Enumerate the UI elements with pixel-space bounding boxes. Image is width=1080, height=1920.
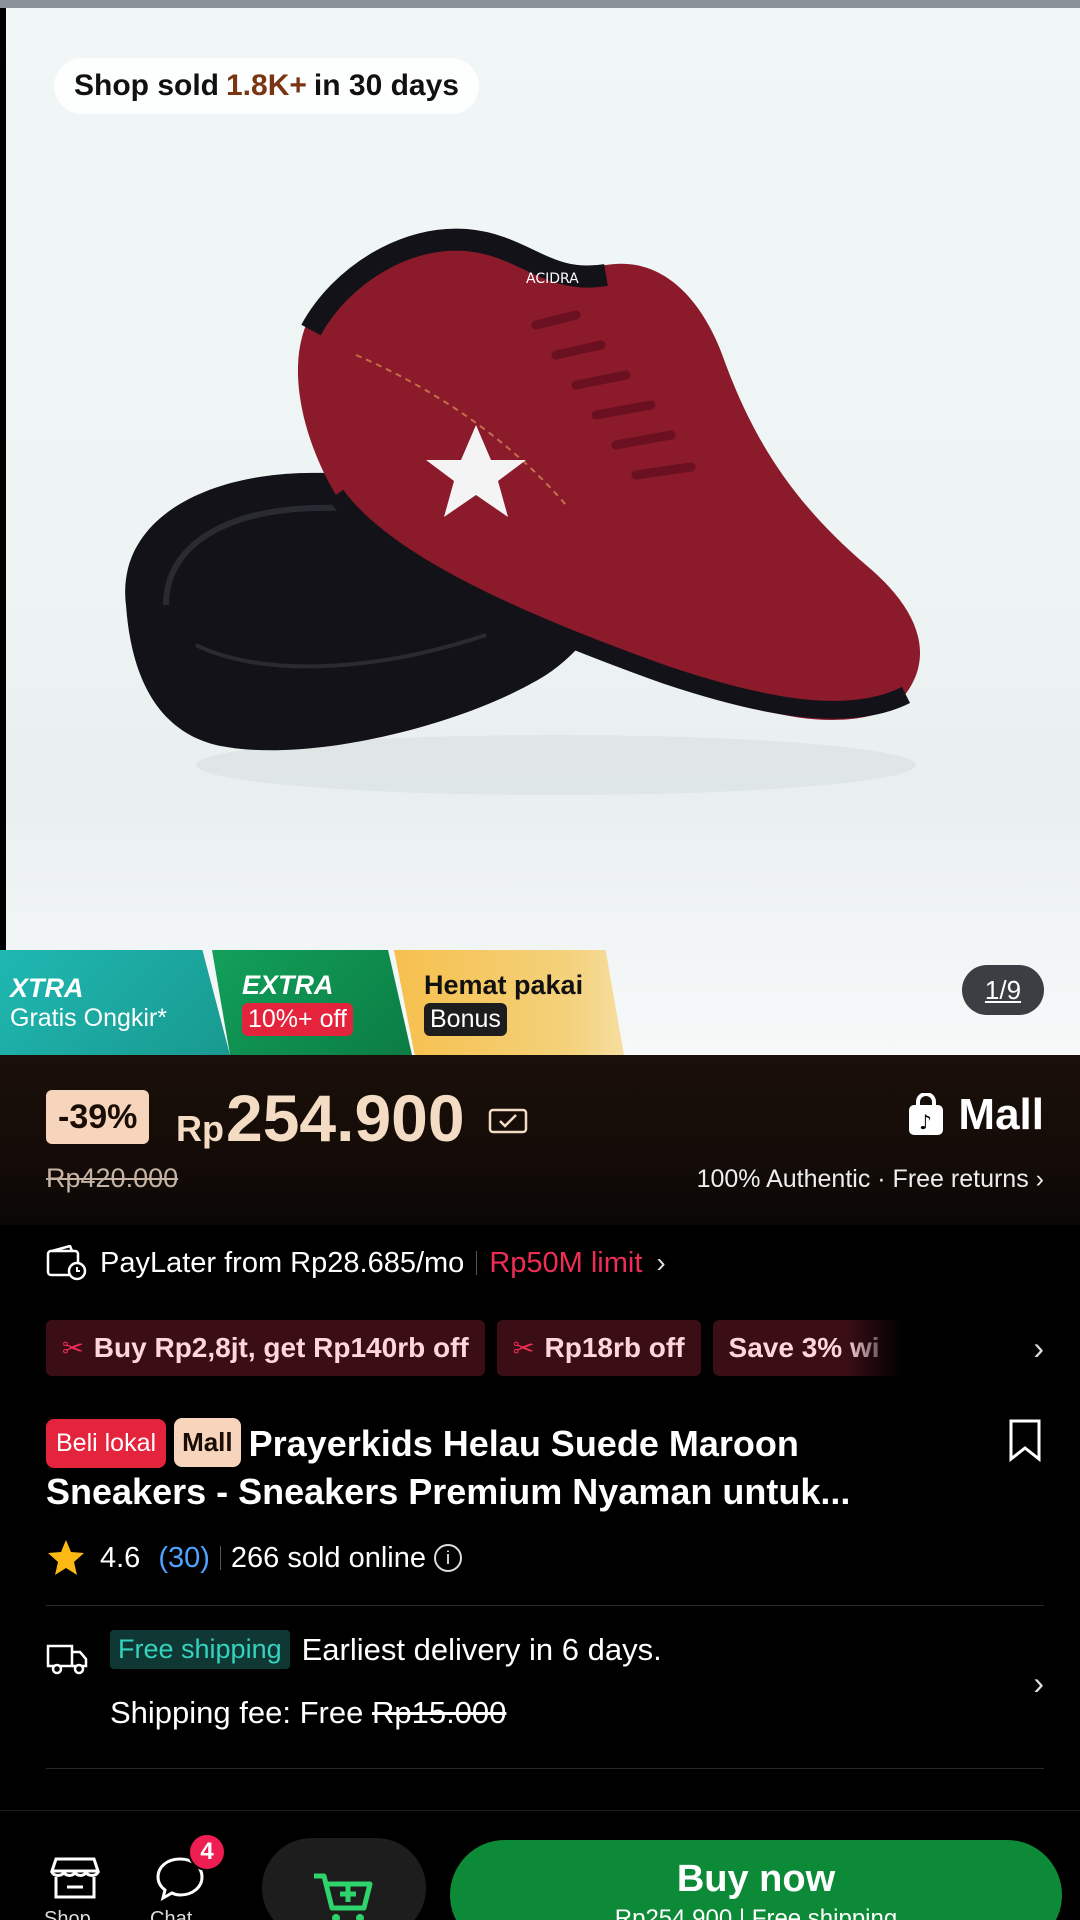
authentic-text: 100% Authentic · Free returns (696, 1165, 1029, 1193)
beli-lokal-badge: Beli lokal (46, 1419, 167, 1468)
coupon-buy-get-off[interactable]: ✂ Buy Rp2,8jt, get Rp140rb off (46, 1320, 485, 1376)
cart-plus-icon (314, 1873, 373, 1920)
promo-strip[interactable]: XTRA Gratis Ongkir* EXTRA 10%+ off Hemat… (0, 950, 624, 1055)
price-section (0, 1055, 1080, 1225)
shipping-fee-text: Shipping fee: Free (110, 1695, 364, 1730)
coupon-row[interactable]: ✂ Buy Rp2,8jt, get Rp140rb off ✂ Rp18rb … (46, 1320, 1046, 1376)
shipping-fee: Shipping fee: Free Rp15.000 (110, 1695, 506, 1731)
shop-icon[interactable] (50, 1855, 100, 1901)
promo-subtitle: Bonus (424, 1002, 507, 1036)
coupon-label: Rp18rb off (544, 1332, 685, 1363)
chat-notification-badge: 4 (188, 1833, 226, 1871)
divider (46, 1768, 1044, 1769)
paylater-limit: Rp50M limit (489, 1246, 643, 1279)
shop-label: Shop (44, 1908, 91, 1920)
price-amount: 254.900 (226, 1081, 465, 1155)
divider (46, 1605, 1044, 1606)
bookmark-icon[interactable] (1006, 1418, 1044, 1462)
shop-sold-pill: Shop sold 1.8K+ in 30 days (54, 58, 479, 114)
shopping-bag-icon: ♪ (909, 1093, 944, 1135)
promo-gratis-ongkir[interactable]: XTRA Gratis Ongkir* (0, 950, 230, 1055)
sold-suffix: in 30 days (313, 69, 459, 102)
add-to-cart-button[interactable] (262, 1838, 426, 1920)
buy-now-label: Buy now (676, 1858, 836, 1900)
sold-online: 266 sold online (230, 1541, 427, 1574)
shipping-row[interactable]: Free shipping Earliest delivery in 6 day… (110, 1630, 662, 1669)
star-icon (48, 1540, 84, 1575)
rating-count[interactable]: (30) (158, 1542, 210, 1575)
product-title: Beli lokal Mall Prayerkids Helau Suede Mar… (46, 1418, 966, 1515)
wallet-clock-icon (46, 1245, 87, 1281)
current-price: Rp 254.900 (176, 1080, 465, 1156)
promo-title: Hemat pakai (424, 969, 584, 1000)
paylater-text: PayLater from Rp28.685/mo (100, 1246, 465, 1279)
sold-prefix: Shop sold (74, 69, 219, 102)
voucher-icon[interactable] (488, 1106, 528, 1136)
shoe-product-image: ACIDRA (125, 228, 920, 795)
discount-badge: -39% (46, 1090, 150, 1144)
separator (219, 1546, 221, 1570)
separator (476, 1251, 478, 1275)
chevron-right-icon[interactable]: › (1033, 1665, 1044, 1702)
promo-subtitle: Gratis Ongkir* (10, 1003, 167, 1032)
info-icon[interactable]: i (434, 1544, 463, 1572)
chevron-right-icon: › (656, 1247, 666, 1278)
product-image-carousel[interactable]: Shop sold 1.8K+ in 30 days ACIDRA 1/9 (6, 0, 1080, 1055)
promo-bonus[interactable]: Hemat pakai Bonus (394, 950, 624, 1055)
ticket-icon: ✂ (62, 1332, 84, 1363)
price-currency: Rp (176, 1108, 224, 1149)
rating-score: 4.6 (100, 1541, 141, 1574)
mall-logo: ♪ Mall (906, 1090, 1044, 1140)
free-shipping-tag: Free shipping (110, 1630, 290, 1669)
product-title-text: Prayerkids Helau Suede Maroon Sneakers -… (46, 1423, 851, 1512)
buy-now-button[interactable]: Buy now Rp254.900 | Free shipping (450, 1840, 1062, 1920)
sold-count: 1.8K+ (226, 69, 307, 102)
promo-title: EXTRA (242, 969, 334, 1000)
ticket-icon: ✂ (512, 1332, 535, 1363)
promo-extra-off[interactable]: EXTRA 10%+ off (212, 950, 412, 1055)
svg-text:♪: ♪ (919, 1110, 932, 1134)
delivery-estimate: Earliest delivery in 6 days. (301, 1631, 662, 1667)
mall-label: Mall (958, 1090, 1044, 1139)
mall-badge: Mall (174, 1418, 241, 1467)
coupon-label: Save 3% wi (728, 1332, 880, 1363)
svg-text:ACIDRA: ACIDRA (526, 271, 579, 287)
shipping-fee-original: Rp15.000 (371, 1695, 507, 1730)
coupon-save-percent[interactable]: Save 3% wi (712, 1320, 903, 1376)
coupon-label: Buy Rp2,8jt, get Rp140rb off (93, 1332, 469, 1363)
authentic-returns-link[interactable]: 100% Authentic · Free returns › (697, 1165, 1044, 1194)
image-counter: 1/9 (962, 965, 1044, 1015)
paylater-row[interactable]: PayLater from Rp28.685/mo Rp50M limit › (46, 1245, 666, 1281)
top-divider (0, 0, 1080, 8)
rating-row[interactable]: 4.6 (30) 266 sold online i (46, 1538, 463, 1578)
promo-title: XTRA (10, 972, 84, 1003)
chevron-right-icon: › (1035, 1165, 1044, 1193)
chevron-right-icon[interactable]: › (1033, 1330, 1044, 1367)
chat-label: Chat (150, 1908, 193, 1920)
truck-icon (46, 1644, 88, 1675)
coupon-rp-off[interactable]: ✂ Rp18rb off (496, 1320, 701, 1376)
buy-now-sublabel: Rp254.900 | Free shipping (614, 1905, 898, 1920)
promo-subtitle: 10%+ off (242, 1002, 353, 1036)
original-price: Rp420.000 (46, 1163, 179, 1193)
